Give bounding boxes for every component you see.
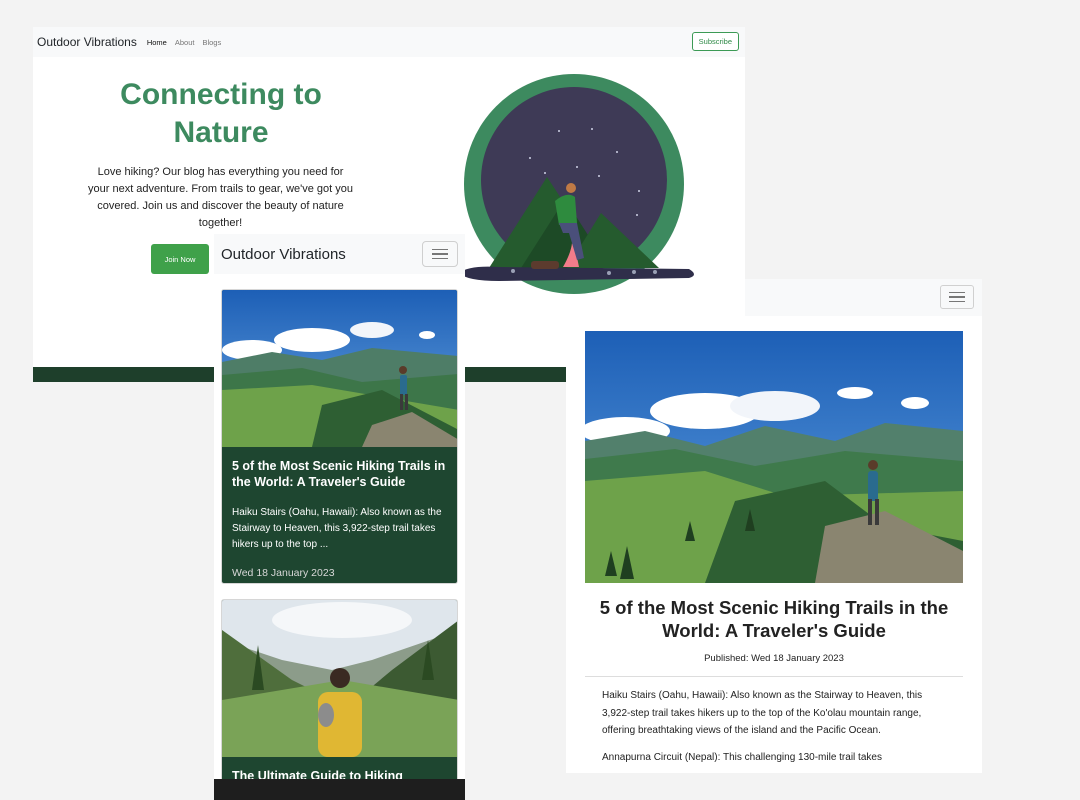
nav-link-blogs[interactable]: Blogs <box>202 38 221 47</box>
camping-illustration <box>459 74 694 294</box>
card-date: Wed 18 January 2023 <box>232 567 335 579</box>
post-divider <box>585 676 963 677</box>
card-title[interactable]: 5 of the Most Scenic Hiking Trails in th… <box>222 447 457 490</box>
hamburger-icon <box>432 253 448 255</box>
post-menu-toggle[interactable] <box>940 285 974 309</box>
hamburger-icon <box>949 300 965 303</box>
nav-link-about[interactable]: About <box>175 38 195 47</box>
post-published-date: Published: Wed 18 January 2023 <box>704 653 844 664</box>
blog-card[interactable]: 5 of the Most Scenic Hiking Trails in th… <box>221 289 458 584</box>
card-image <box>222 600 457 757</box>
blog-card[interactable]: The Ultimate Guide to Hiking Safety: <box>221 599 458 799</box>
mobile-bottom-bar <box>214 779 465 800</box>
mobile-menu-toggle[interactable] <box>422 241 458 267</box>
hamburger-icon <box>432 257 448 260</box>
subscribe-button[interactable]: Subscribe <box>691 32 739 51</box>
card-image <box>222 290 457 447</box>
post-body: Haiku Stairs (Oahu, Hawaii): Also known … <box>602 687 942 773</box>
post-paragraph: Haiku Stairs (Oahu, Hawaii): Also known … <box>602 690 923 736</box>
hamburger-icon <box>949 291 965 294</box>
mobile-blog-window: Outdoor Vibrations 5 of the Most Scenic … <box>214 234 465 800</box>
hamburger-icon <box>432 248 448 251</box>
hamburger-icon <box>949 296 965 298</box>
hero-description: Love hiking? Our blog has everything you… <box>88 166 354 229</box>
post-page-window: 5 of the Most Scenic Hiking Trails in th… <box>566 316 982 773</box>
post-paragraph: Annapurna Circuit (Nepal): This challeng… <box>602 751 882 763</box>
post-hero-image <box>585 331 963 583</box>
mobile-navbar-brand[interactable]: Outdoor Vibrations <box>221 246 346 263</box>
card-excerpt: Haiku Stairs (Oahu, Hawaii): Also known … <box>232 507 442 550</box>
home-navbar: Outdoor Vibrations Home About Blogs Subs… <box>33 27 745 57</box>
mobile-navbar: Outdoor Vibrations <box>214 234 465 274</box>
navbar-brand[interactable]: Outdoor Vibrations <box>37 35 137 49</box>
nav-link-home[interactable]: Home <box>147 38 167 47</box>
post-title: 5 of the Most Scenic Hiking Trails in th… <box>599 597 949 641</box>
hero-title: Connecting to Nature <box>120 78 322 149</box>
join-now-button[interactable]: Join Now <box>151 244 209 274</box>
